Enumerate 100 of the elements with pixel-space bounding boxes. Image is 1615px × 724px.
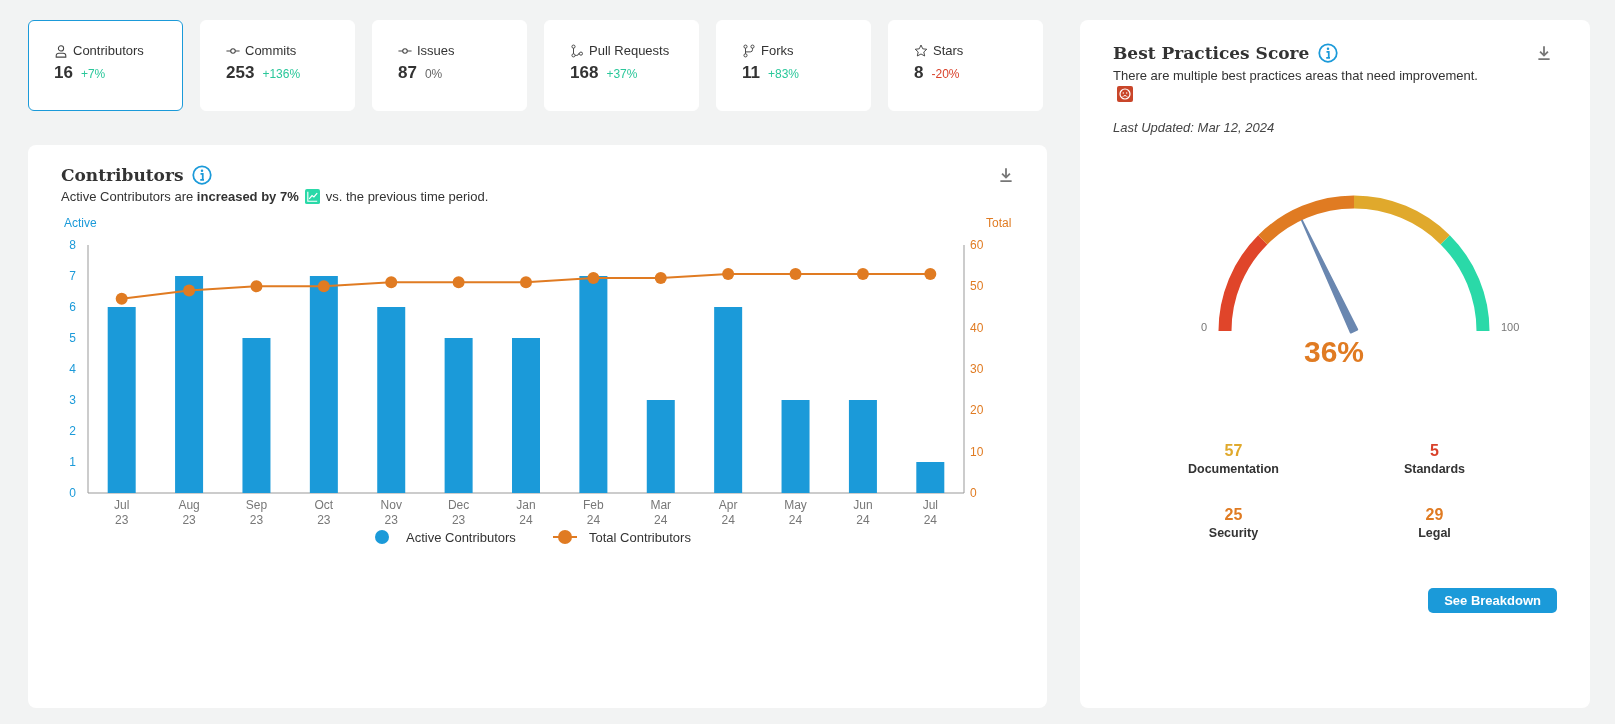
gauge-min-label: 0 [1200, 321, 1207, 333]
stat-card[interactable]: Stars 8 -20% [888, 20, 1043, 111]
axis-label: 5 [69, 331, 76, 345]
stat-change: +37% [606, 67, 638, 81]
gauge-value: 36% [1303, 335, 1364, 369]
area-label: Legal [1418, 526, 1451, 540]
download-icon[interactable] [1535, 44, 1553, 62]
data-point [722, 267, 735, 280]
axis-label: 0 [69, 486, 76, 500]
info-icon[interactable] [1318, 43, 1339, 63]
axis-label: Aug 23 [178, 498, 200, 527]
axis-label: 3 [69, 393, 76, 407]
axis-label: 10 [970, 444, 984, 459]
axis-label: Jun 24 [853, 498, 873, 527]
person-icon [54, 43, 68, 58]
axis-label: May 24 [784, 498, 807, 527]
area-score: 29 [1425, 506, 1444, 524]
axis-label: 4 [69, 362, 76, 376]
stat-value: 168 [570, 63, 599, 83]
trend-up-icon [304, 189, 320, 204]
axis-label: Feb 24 [583, 498, 604, 527]
axis-label: 60 [970, 238, 984, 252]
legend-label: Active Contributors [406, 530, 516, 545]
axis-label: 50 [970, 279, 984, 294]
star-icon [914, 43, 928, 58]
data-point [654, 272, 667, 285]
bar [916, 462, 945, 493]
axis-label: 2 [69, 424, 76, 438]
axis-label: Jul 23 [114, 498, 130, 527]
sad-face-icon [1117, 86, 1133, 102]
download-icon[interactable] [997, 166, 1015, 184]
fork-icon [742, 43, 756, 58]
stat-label: Contributors [73, 43, 144, 58]
data-point [924, 267, 937, 280]
area-label: Standards [1403, 462, 1466, 476]
stat-value: 87 [398, 63, 417, 83]
summary-text: vs. the previous time period. [325, 189, 489, 204]
axis-label: Dec 23 [447, 498, 470, 527]
axis-label: 40 [970, 320, 984, 335]
axis-label: 1 [69, 455, 76, 469]
stat-card[interactable]: Forks 11 +83% [716, 20, 871, 111]
stat-value: 16 [54, 63, 73, 83]
axis-label: Jan 24 [516, 498, 536, 527]
data-point [587, 272, 600, 285]
axis-label: Apr 24 [718, 498, 738, 527]
axis-label: 7 [69, 269, 76, 283]
pull-request-icon [570, 43, 584, 58]
stat-label: Commits [245, 43, 297, 58]
area-score: 57 [1224, 442, 1243, 460]
data-point [520, 276, 532, 289]
axis-label: Jul 24 [922, 498, 938, 527]
info-icon[interactable] [192, 165, 213, 185]
card-title: Best Practices Score [1113, 43, 1310, 63]
stat-value: 253 [226, 63, 255, 83]
stat-change: +83% [768, 67, 799, 81]
axis-label: 6 [69, 300, 76, 314]
data-point [115, 292, 128, 305]
last-updated: Last Updated: Mar 12, 2024 [1113, 120, 1276, 135]
stat-value: 11 [742, 63, 760, 83]
area-score: 25 [1224, 506, 1243, 524]
stat-change: +7% [80, 67, 106, 81]
data-point [452, 276, 465, 289]
area-score: 5 [1430, 442, 1439, 460]
stat-label: Stars [933, 43, 964, 58]
legend-label: Total Contributors [589, 530, 691, 545]
data-point [385, 276, 398, 289]
stat-change: -20% [931, 67, 960, 81]
legend-marker [552, 530, 578, 544]
data-point [856, 267, 869, 280]
axis-label: Mar 24 [650, 498, 672, 527]
stat-label: Pull Requests [589, 43, 670, 58]
area-label: Documentation [1188, 462, 1279, 476]
stat-card[interactable]: Commits 253 +136% [200, 20, 355, 111]
stat-label: Issues [417, 43, 455, 58]
axis-label: Nov 23 [380, 498, 402, 527]
stat-change: +136% [262, 67, 301, 81]
stat-label: Forks [761, 43, 794, 58]
stat-card[interactable]: Issues 87 0% [372, 20, 527, 111]
stat-card[interactable]: Pull Requests 168 +37% [544, 20, 699, 111]
axis-label: 8 [69, 238, 76, 252]
data-point [250, 280, 263, 293]
axis-label: 30 [970, 362, 984, 376]
data-point [789, 267, 802, 280]
summary-text: Active Contributors are increased by 7% [61, 189, 299, 204]
stat-value: 8 [914, 63, 924, 83]
description: There are multiple best practices areas that need improvement. [1113, 68, 1479, 83]
stat-change: 0% [424, 67, 443, 81]
data-point [317, 280, 330, 293]
area-label: Security [1208, 526, 1259, 540]
card-title: Contributors [61, 165, 184, 185]
axis-label: 0 [970, 486, 977, 500]
axis-label: 20 [970, 403, 984, 418]
axis-title: Total [986, 218, 1012, 230]
data-point [183, 284, 196, 297]
stat-card[interactable]: Contributors 16 +7% [28, 20, 183, 111]
axis-label: Sep 23 [245, 498, 268, 527]
axis-title: Active [64, 218, 97, 230]
legend-marker [375, 530, 389, 544]
gauge-max-label: 100 [1501, 321, 1520, 333]
axis-label: Oct 23 [314, 498, 334, 527]
